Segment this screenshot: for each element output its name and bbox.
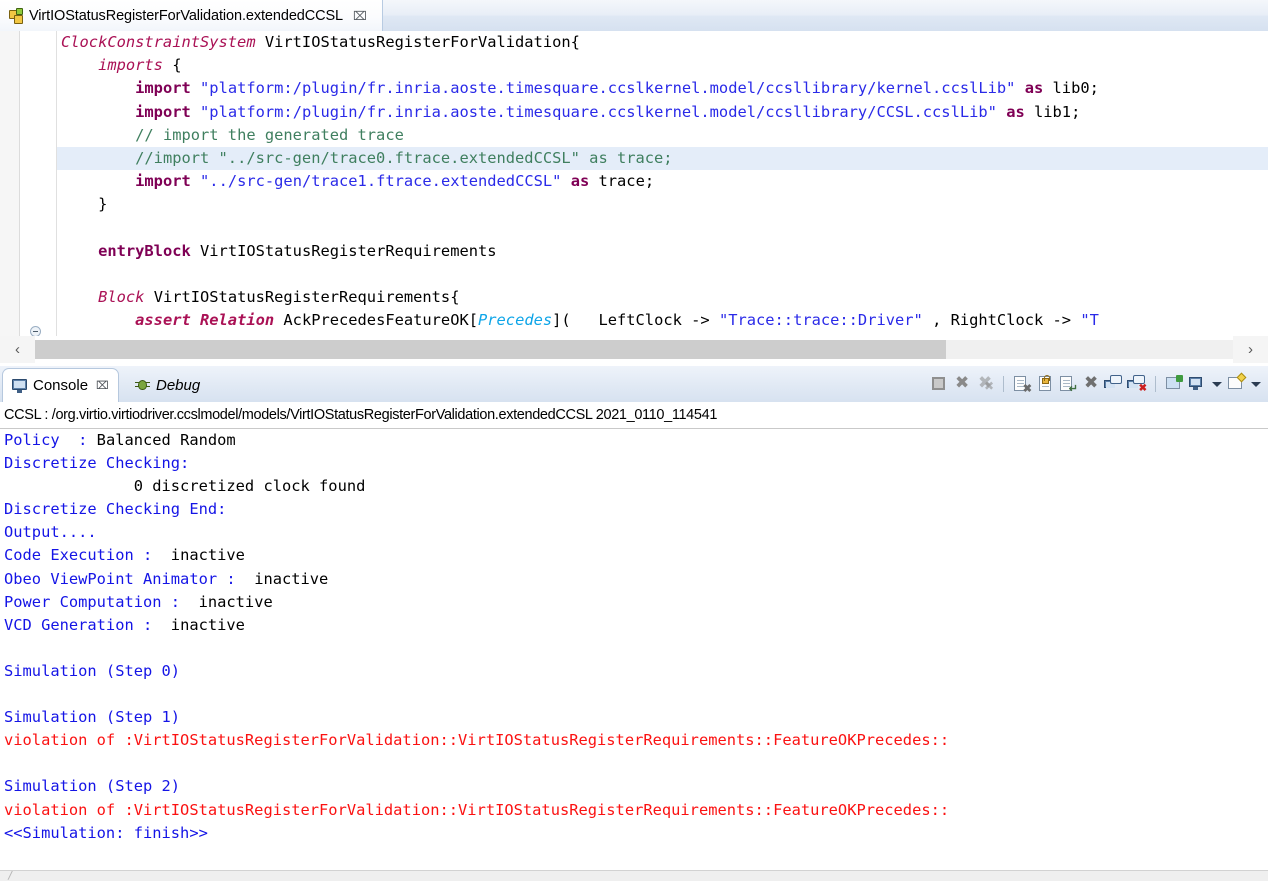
scroll-right-icon[interactable]: › bbox=[1233, 336, 1268, 363]
scroll-left-icon[interactable]: ‹ bbox=[0, 336, 35, 363]
console-line: Obeo ViewPoint Animator : inactive bbox=[4, 569, 329, 588]
toolbar-separator bbox=[1155, 376, 1156, 392]
remove-console-button[interactable]: ✖ bbox=[1127, 374, 1147, 394]
console-header-bar: CCSL : /org.virtio.virtiodriver.ccslmode… bbox=[0, 402, 1268, 429]
console-line: Power Computation : inactive bbox=[4, 592, 273, 611]
console-line: VCD Generation : inactive bbox=[4, 615, 245, 634]
code-line: //import "../src-gen/trace0.ftrace.exten… bbox=[57, 146, 1268, 171]
tab-console[interactable]: Console ⌧ bbox=[2, 368, 119, 402]
open-console-button[interactable] bbox=[1226, 372, 1247, 394]
close-icon[interactable]: ⌧ bbox=[96, 379, 109, 392]
word-wrap-button[interactable]: ↵ bbox=[1058, 374, 1078, 395]
terminate-button[interactable] bbox=[929, 374, 949, 394]
console-source-path: CCSL : /org.virtio.virtiodriver.ccslmode… bbox=[4, 407, 718, 423]
console-line: Policy : Balanced Random bbox=[4, 431, 236, 449]
tab-debug[interactable]: Debug bbox=[126, 368, 209, 402]
editor-folding-gutter[interactable] bbox=[20, 31, 57, 336]
console-line: <<Simulation: finish>> bbox=[4, 823, 208, 842]
open-console-dropdown-icon[interactable] bbox=[1249, 374, 1262, 394]
display-selected-console-button[interactable] bbox=[1104, 374, 1124, 394]
console-status-strip: / bbox=[0, 869, 1268, 882]
editor-tab-title: VirtIOStatusRegisterForValidation.extend… bbox=[29, 7, 344, 24]
code-editor[interactable]: ClockConstraintSystem VirtIOStatusRegist… bbox=[0, 31, 1268, 336]
code-line: // import the generated trace bbox=[135, 125, 404, 144]
console-view: Console ⌧ Debug ✖ ✖ ✖ ✖ ↵ ✖ ✖ CCSL: /or… bbox=[0, 366, 1268, 882]
tab-debug-label: Debug bbox=[156, 376, 201, 394]
console-line: Simulation (Step 1) bbox=[4, 708, 181, 727]
console-output-text[interactable]: Policy : Balanced Random Discretize Check… bbox=[0, 429, 1268, 870]
code-line: assert Relation AckPrecedesFeatureOK[Pre… bbox=[135, 311, 1099, 330]
source-code-text[interactable]: ClockConstraintSystem VirtIOStatusRegist… bbox=[57, 31, 1268, 336]
close-icon[interactable]: ⌧ bbox=[353, 10, 367, 22]
console-line: violation of :VirtIOStatusRegisterForVal… bbox=[4, 731, 950, 750]
console-line: 0 discretized clock found bbox=[4, 477, 366, 496]
scrollbar-track[interactable] bbox=[35, 340, 1233, 359]
display-console-button[interactable] bbox=[1187, 374, 1207, 394]
status-mark: / bbox=[7, 869, 14, 882]
ccsl-model-icon bbox=[8, 8, 23, 24]
console-line: violation of :VirtIOStatusRegisterForVal… bbox=[4, 800, 950, 819]
code-line: import "platform:/plugin/fr.inria.aoste.… bbox=[135, 102, 1081, 121]
console-line: Discretize Checking: bbox=[4, 454, 190, 473]
console-line: Simulation (Step 2) bbox=[4, 777, 181, 796]
tab-console-label: Console bbox=[33, 377, 89, 394]
clear-console-button[interactable]: ✖ bbox=[1012, 374, 1032, 395]
code-line: ClockConstraintSystem VirtIOStatusRegist… bbox=[61, 33, 580, 51]
console-line: Discretize Checking End: bbox=[4, 500, 227, 519]
console-monitor-icon bbox=[12, 378, 27, 393]
editor-tab-bar: VirtIOStatusRegisterForValidation.extend… bbox=[0, 0, 1268, 32]
collapse-block-icon[interactable] bbox=[30, 326, 41, 336]
scrollbar-thumb[interactable] bbox=[35, 340, 946, 359]
code-line: } bbox=[61, 195, 108, 214]
remove-launch-button[interactable]: ✖ bbox=[952, 374, 972, 394]
code-line: import "platform:/plugin/fr.inria.aoste.… bbox=[135, 79, 1099, 98]
console-tab-bar: Console ⌧ Debug ✖ ✖ ✖ ✖ ↵ ✖ ✖ bbox=[0, 366, 1268, 403]
editor-part: VirtIOStatusRegisterForValidation.extend… bbox=[0, 0, 1268, 363]
console-line: Output.... bbox=[4, 523, 97, 542]
pin-console-button[interactable] bbox=[1164, 374, 1184, 394]
scroll-lock-button[interactable] bbox=[1035, 374, 1055, 394]
display-console-dropdown-icon[interactable] bbox=[1210, 374, 1223, 394]
editor-tab-ccsl-file[interactable]: VirtIOStatusRegisterForValidation.extend… bbox=[0, 0, 383, 31]
editor-horizontal-scrollbar[interactable]: ‹ › bbox=[0, 336, 1268, 363]
console-toolbar: ✖ ✖ ✖ ✖ ↵ ✖ ✖ bbox=[929, 369, 1262, 399]
code-line: import "../src-gen/trace1.ftrace.extende… bbox=[135, 172, 655, 191]
remove-all-terminated-button[interactable]: ✖ ✖ bbox=[975, 374, 995, 394]
code-line: entryBlock VirtIOStatusRegisterRequireme… bbox=[98, 241, 497, 260]
debug-bug-icon bbox=[135, 378, 150, 392]
code-line: imports { bbox=[98, 56, 182, 75]
console-line: Code Execution : inactive bbox=[4, 546, 245, 565]
toolbar-separator bbox=[1003, 376, 1004, 392]
console-line: Simulation (Step 0) bbox=[4, 661, 181, 680]
editor-marker-gutter[interactable] bbox=[0, 31, 20, 336]
close-console-button[interactable]: ✖ bbox=[1081, 374, 1101, 394]
code-line: Block VirtIOStatusRegisterRequirements{ bbox=[98, 288, 460, 307]
